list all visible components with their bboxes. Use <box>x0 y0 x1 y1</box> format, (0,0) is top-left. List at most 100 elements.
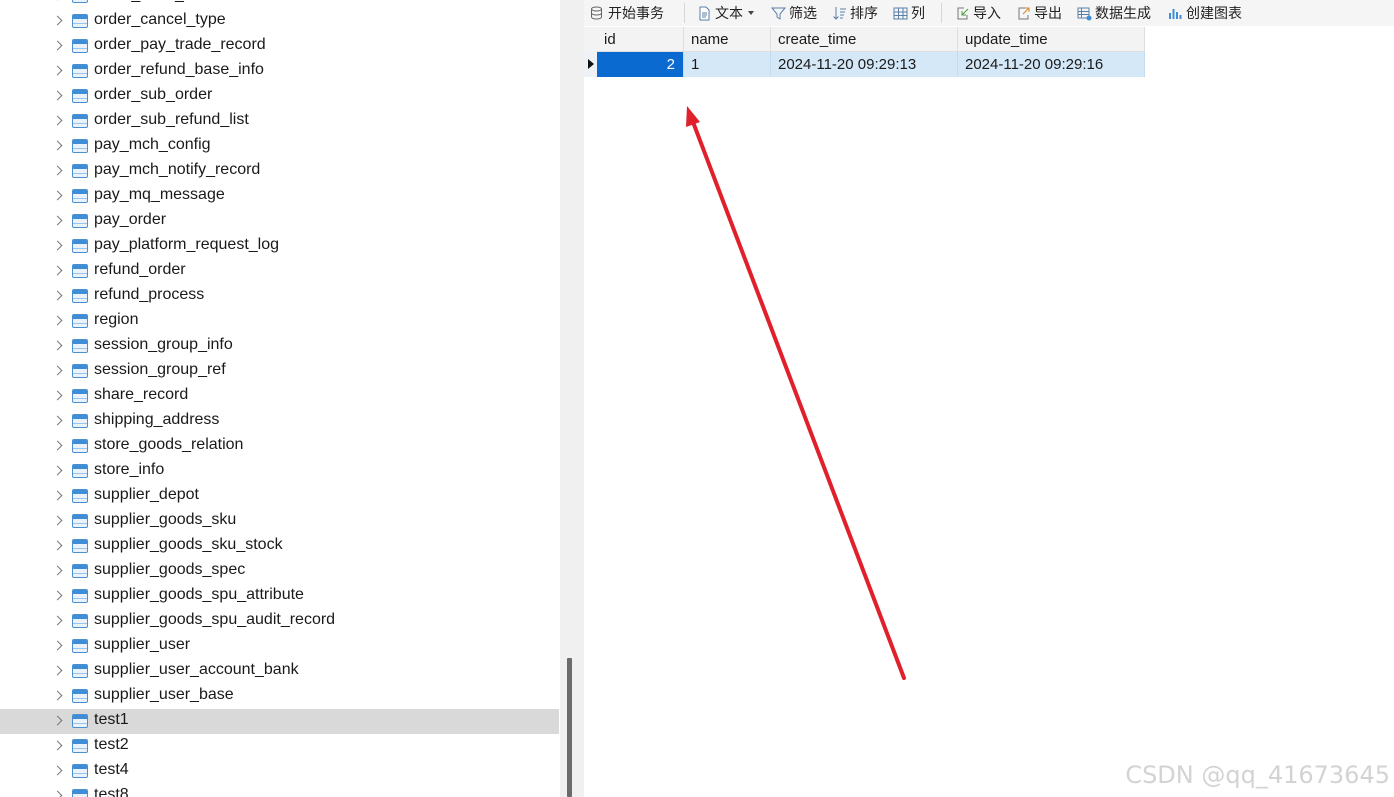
tree-item-label: order_refund_base_info <box>94 61 264 78</box>
tree-item-table[interactable]: supplier_user_base <box>0 684 559 709</box>
chevron-right-icon[interactable] <box>52 515 63 526</box>
cell-name[interactable]: 1 <box>684 52 771 77</box>
table-icon <box>72 114 88 128</box>
tree-item-table[interactable]: supplier_goods_spec <box>0 559 559 584</box>
chevron-right-icon[interactable] <box>52 190 63 201</box>
cell-create-time[interactable]: 2024-11-20 09:29:13 <box>771 52 958 77</box>
panel-splitter[interactable] <box>560 0 584 797</box>
chevron-right-icon[interactable] <box>52 665 63 676</box>
chevron-right-icon[interactable] <box>52 690 63 701</box>
create-chart-button[interactable]: 创建图表 <box>1168 3 1242 23</box>
chevron-right-icon[interactable] <box>52 115 63 126</box>
chevron-right-icon[interactable] <box>52 765 63 776</box>
chevron-right-icon[interactable] <box>52 90 63 101</box>
tree-item-table[interactable]: supplier_user <box>0 634 559 659</box>
tree-item-table[interactable]: region <box>0 309 559 334</box>
tree-item-table[interactable]: pay_mch_config <box>0 134 559 159</box>
cell-update-time[interactable]: 2024-11-20 09:29:16 <box>958 52 1145 77</box>
tree-item-table[interactable]: session_group_info <box>0 334 559 359</box>
tree-item-table[interactable]: order_sub_refund_list <box>0 109 559 134</box>
chevron-right-icon[interactable] <box>52 240 63 251</box>
chevron-right-icon[interactable] <box>52 340 63 351</box>
chevron-right-icon[interactable] <box>52 640 63 651</box>
tree-item-label: pay_order <box>94 211 167 228</box>
chevron-right-icon[interactable] <box>52 15 63 26</box>
tree-item-label: supplier_user <box>94 636 191 653</box>
tree-item-table[interactable]: order_sub_order <box>0 84 559 109</box>
column-header-create-time[interactable]: create_time <box>771 27 958 52</box>
import-button[interactable]: 导入 <box>955 3 1001 23</box>
tree-item-table[interactable]: supplier_depot <box>0 484 559 509</box>
column-header-update-time[interactable]: update_time <box>958 27 1145 52</box>
chevron-right-icon[interactable] <box>52 590 63 601</box>
tree-item-table[interactable]: order_base_remark <box>0 0 559 9</box>
tree-item-table[interactable]: pay_mq_message <box>0 184 559 209</box>
chevron-right-icon[interactable] <box>52 140 63 151</box>
columns-button[interactable]: 列 <box>893 3 925 23</box>
chevron-right-icon[interactable] <box>52 540 63 551</box>
table-icon <box>72 39 88 53</box>
text-view-dropdown[interactable]: 文本 <box>697 3 754 23</box>
tree-scrollbar-thumb[interactable] <box>567 658 572 797</box>
tree-item-table[interactable]: share_record <box>0 384 559 409</box>
tree-item-table[interactable]: test1 <box>0 709 559 734</box>
tree-item-table[interactable]: supplier_goods_spu_attribute <box>0 584 559 609</box>
tree-item-table[interactable]: test8 <box>0 784 559 797</box>
chevron-right-icon[interactable] <box>52 215 63 226</box>
tree-item-label: test4 <box>94 761 129 778</box>
chevron-right-icon[interactable] <box>52 715 63 726</box>
column-header-name[interactable]: name <box>684 27 771 52</box>
document-icon <box>697 6 712 21</box>
chevron-right-icon[interactable] <box>52 465 63 476</box>
tree-item-table[interactable]: order_cancel_type <box>0 9 559 34</box>
chevron-right-icon[interactable] <box>52 790 63 797</box>
tree-item-table[interactable]: shipping_address <box>0 409 559 434</box>
chevron-right-icon[interactable] <box>52 615 63 626</box>
tree-item-table[interactable]: supplier_user_account_bank <box>0 659 559 684</box>
begin-transaction-button[interactable]: 开始事务 <box>590 3 664 23</box>
chevron-right-icon[interactable] <box>52 65 63 76</box>
tree-item-table[interactable]: store_goods_relation <box>0 434 559 459</box>
chevron-right-icon[interactable] <box>52 490 63 501</box>
chevron-right-icon[interactable] <box>52 290 63 301</box>
tree-item-table[interactable]: test4 <box>0 759 559 784</box>
sort-button[interactable]: 排序 <box>832 3 878 23</box>
table-row[interactable]: 2 1 2024-11-20 09:29:13 2024-11-20 09:29… <box>584 52 1145 77</box>
toolbar-divider <box>941 3 942 23</box>
tree-item-table[interactable]: pay_platform_request_log <box>0 234 559 259</box>
table-icon <box>72 589 88 603</box>
tree-item-table[interactable]: pay_order <box>0 209 559 234</box>
tree-item-table[interactable]: order_refund_base_info <box>0 59 559 84</box>
filter-icon <box>770 6 787 21</box>
tree-item-table[interactable]: refund_process <box>0 284 559 309</box>
tree-item-table[interactable]: refund_order <box>0 259 559 284</box>
chevron-right-icon[interactable] <box>52 740 63 751</box>
chevron-right-icon[interactable] <box>52 415 63 426</box>
tree-item-label: pay_mch_config <box>94 136 211 153</box>
tree-item-table[interactable]: supplier_goods_sku <box>0 509 559 534</box>
columns-label: 列 <box>911 5 925 21</box>
table-icon <box>72 439 88 453</box>
export-button[interactable]: 导出 <box>1016 3 1062 23</box>
tree-item-table[interactable]: pay_mch_notify_record <box>0 159 559 184</box>
tree-item-table[interactable]: store_info <box>0 459 559 484</box>
tree-item-table[interactable]: test2 <box>0 734 559 759</box>
create-chart-label: 创建图表 <box>1186 5 1242 21</box>
tree-item-table[interactable]: supplier_goods_spu_audit_record <box>0 609 559 634</box>
tree-item-table[interactable]: session_group_ref <box>0 359 559 384</box>
chevron-right-icon[interactable] <box>52 440 63 451</box>
tree-item-table[interactable]: supplier_goods_sku_stock <box>0 534 559 559</box>
watermark: CSDN @qq_41673645 <box>1125 761 1390 789</box>
chevron-right-icon[interactable] <box>52 165 63 176</box>
tree-item-table[interactable]: order_pay_trade_record <box>0 34 559 59</box>
chevron-right-icon[interactable] <box>52 390 63 401</box>
filter-button[interactable]: 筛选 <box>770 3 817 23</box>
chevron-right-icon[interactable] <box>52 265 63 276</box>
column-header-id[interactable]: id <box>597 27 684 52</box>
chevron-right-icon[interactable] <box>52 40 63 51</box>
cell-id[interactable]: 2 <box>597 52 684 77</box>
chevron-right-icon[interactable] <box>52 315 63 326</box>
chevron-right-icon[interactable] <box>52 565 63 576</box>
data-generation-button[interactable]: 数据生成 <box>1077 3 1151 23</box>
chevron-right-icon[interactable] <box>52 365 63 376</box>
